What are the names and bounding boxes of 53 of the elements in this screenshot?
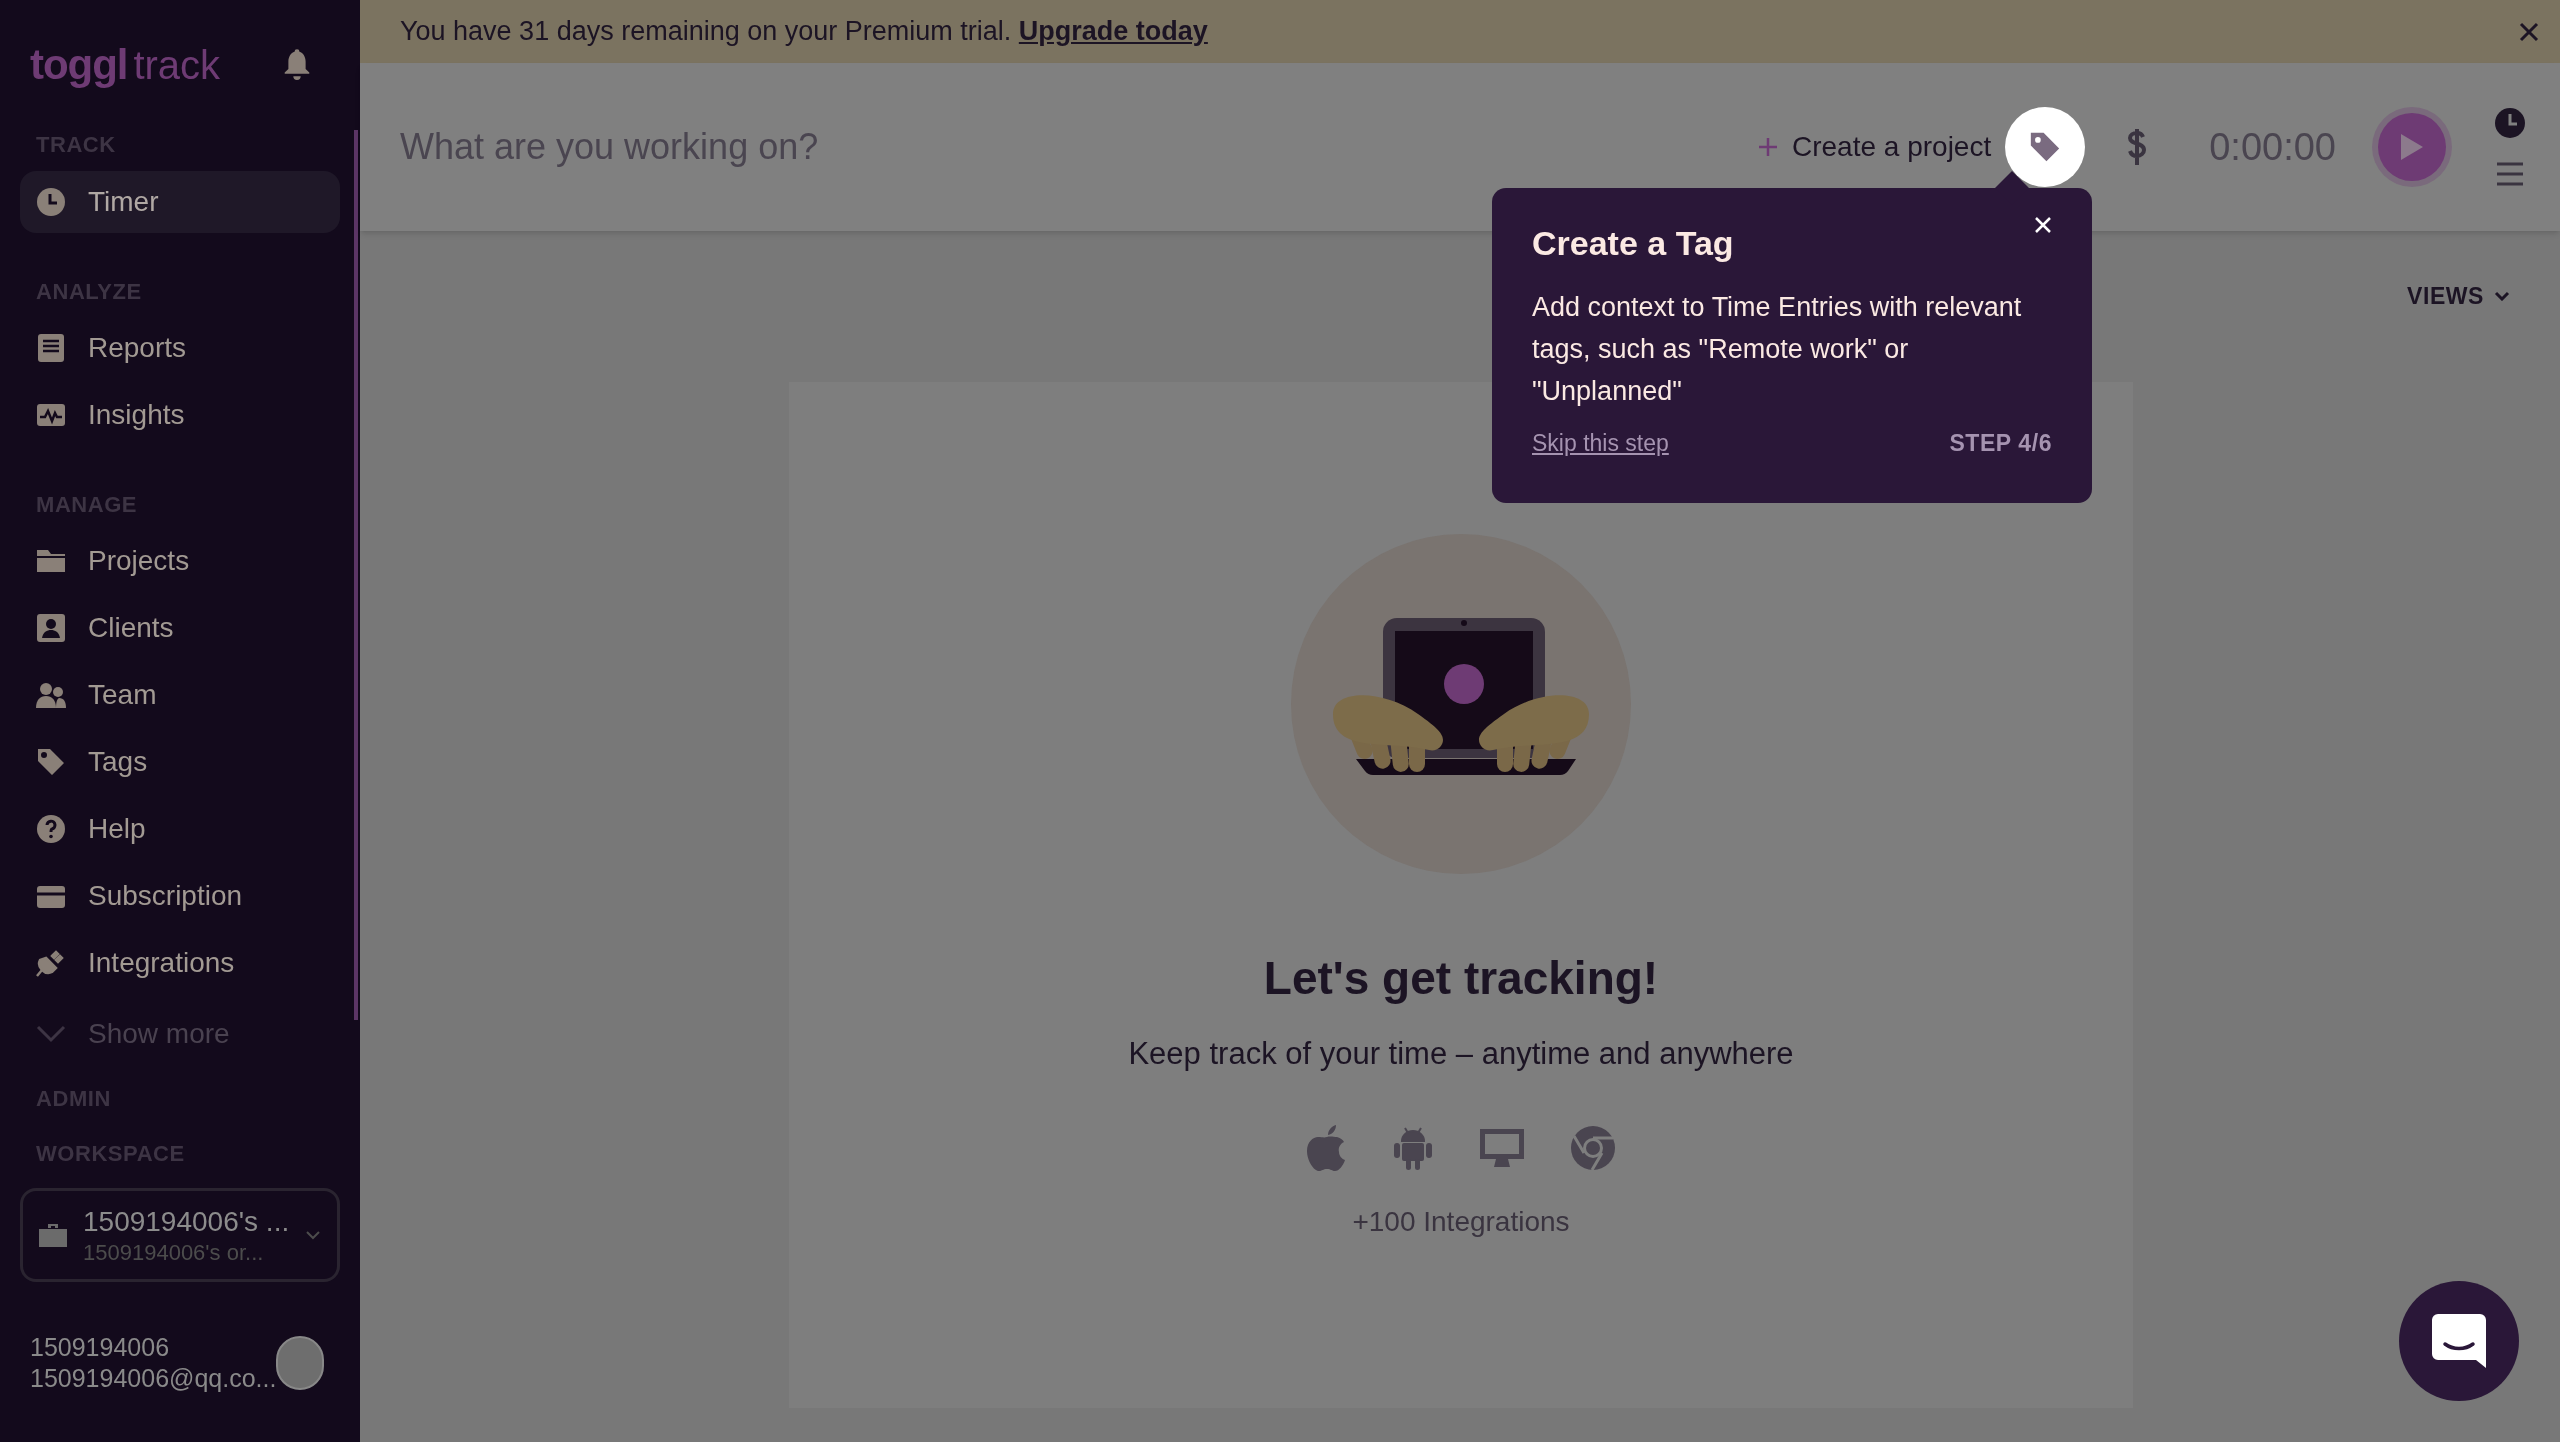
- nav-item[interactable]: Help: [20, 798, 340, 860]
- nav-item[interactable]: Timer: [20, 171, 340, 233]
- desktop-monitor-icon[interactable]: [1478, 1127, 1526, 1169]
- clock-icon[interactable]: [2494, 107, 2526, 139]
- chevron-down-icon: [36, 1025, 66, 1043]
- logo-wordmark-suffix: track: [133, 41, 221, 89]
- plug-icon: [36, 948, 66, 978]
- chat-bubble-icon: [2430, 1312, 2488, 1370]
- skip-step-link[interactable]: Skip this step: [1532, 426, 1669, 461]
- tooltip-description: Add context to Time Entries with relevant tags, such as "Remote work" or "Unplanned": [1532, 291, 2023, 408]
- android-icon[interactable]: [1392, 1125, 1434, 1171]
- chevron-down-icon: [2494, 291, 2510, 302]
- user-email: 1509194006@qq.co...: [30, 1363, 277, 1395]
- nav-item[interactable]: Team: [20, 664, 340, 726]
- tag-icon: [36, 747, 66, 777]
- workspace-selector[interactable]: 1509194006's ... 1509194006's or...: [20, 1188, 340, 1282]
- user-name: 1509194006: [30, 1332, 171, 1363]
- organization-name: 1509194006's or...: [83, 1238, 265, 1267]
- play-icon: [2399, 132, 2425, 162]
- timer-duration: 0:00:00: [2209, 124, 2336, 170]
- workspace-name: 1509194006's ...: [83, 1204, 291, 1239]
- tooltip-title: Create a Tag: [1532, 226, 1735, 260]
- empty-state-subtitle: Keep track of your time – anytime and anywhere: [1128, 1034, 1794, 1073]
- nav-item[interactable]: Tags: [20, 731, 340, 793]
- nav-item[interactable]: Integrations: [20, 932, 340, 994]
- create-project-button[interactable]: Create a project: [1758, 126, 1992, 168]
- nav-item[interactable]: Insights: [20, 384, 340, 446]
- upgrade-link[interactable]: Upgrade today: [1018, 16, 1208, 47]
- person-card-icon: [36, 613, 66, 643]
- nav-item[interactable]: Subscription: [20, 865, 340, 927]
- apple-icon[interactable]: [1306, 1125, 1348, 1171]
- trial-message: You have 31 days remaining on your Premium trial. Upgrade today: [400, 15, 1209, 49]
- menu-icon[interactable]: [2495, 161, 2525, 187]
- avatar[interactable]: [276, 1336, 324, 1391]
- nav-item[interactable]: Reports: [20, 317, 340, 379]
- close-icon[interactable]: [2034, 216, 2052, 234]
- empty-state-title: Let's get tracking!: [1263, 950, 1659, 1006]
- start-timer-button[interactable]: [2378, 113, 2446, 181]
- help-icon: [36, 814, 66, 844]
- clock-icon: [36, 187, 66, 217]
- people-icon: [36, 680, 66, 710]
- bell-icon[interactable]: [282, 48, 312, 80]
- logo-wordmark: toggl: [30, 39, 128, 90]
- views-dropdown[interactable]: VIEWS: [2407, 279, 2510, 314]
- document-icon: [36, 333, 66, 363]
- nav-item[interactable]: Clients: [20, 597, 340, 659]
- chevron-down-icon: [305, 1230, 321, 1240]
- nav-item[interactable]: Projects: [20, 530, 340, 592]
- briefcase-icon: [37, 1221, 69, 1249]
- plus-icon: [1758, 137, 1778, 157]
- description-input[interactable]: What are you working on?: [400, 120, 1758, 174]
- step-counter: STEP 4/6: [1949, 429, 2052, 458]
- chrome-icon[interactable]: [1570, 1125, 1616, 1171]
